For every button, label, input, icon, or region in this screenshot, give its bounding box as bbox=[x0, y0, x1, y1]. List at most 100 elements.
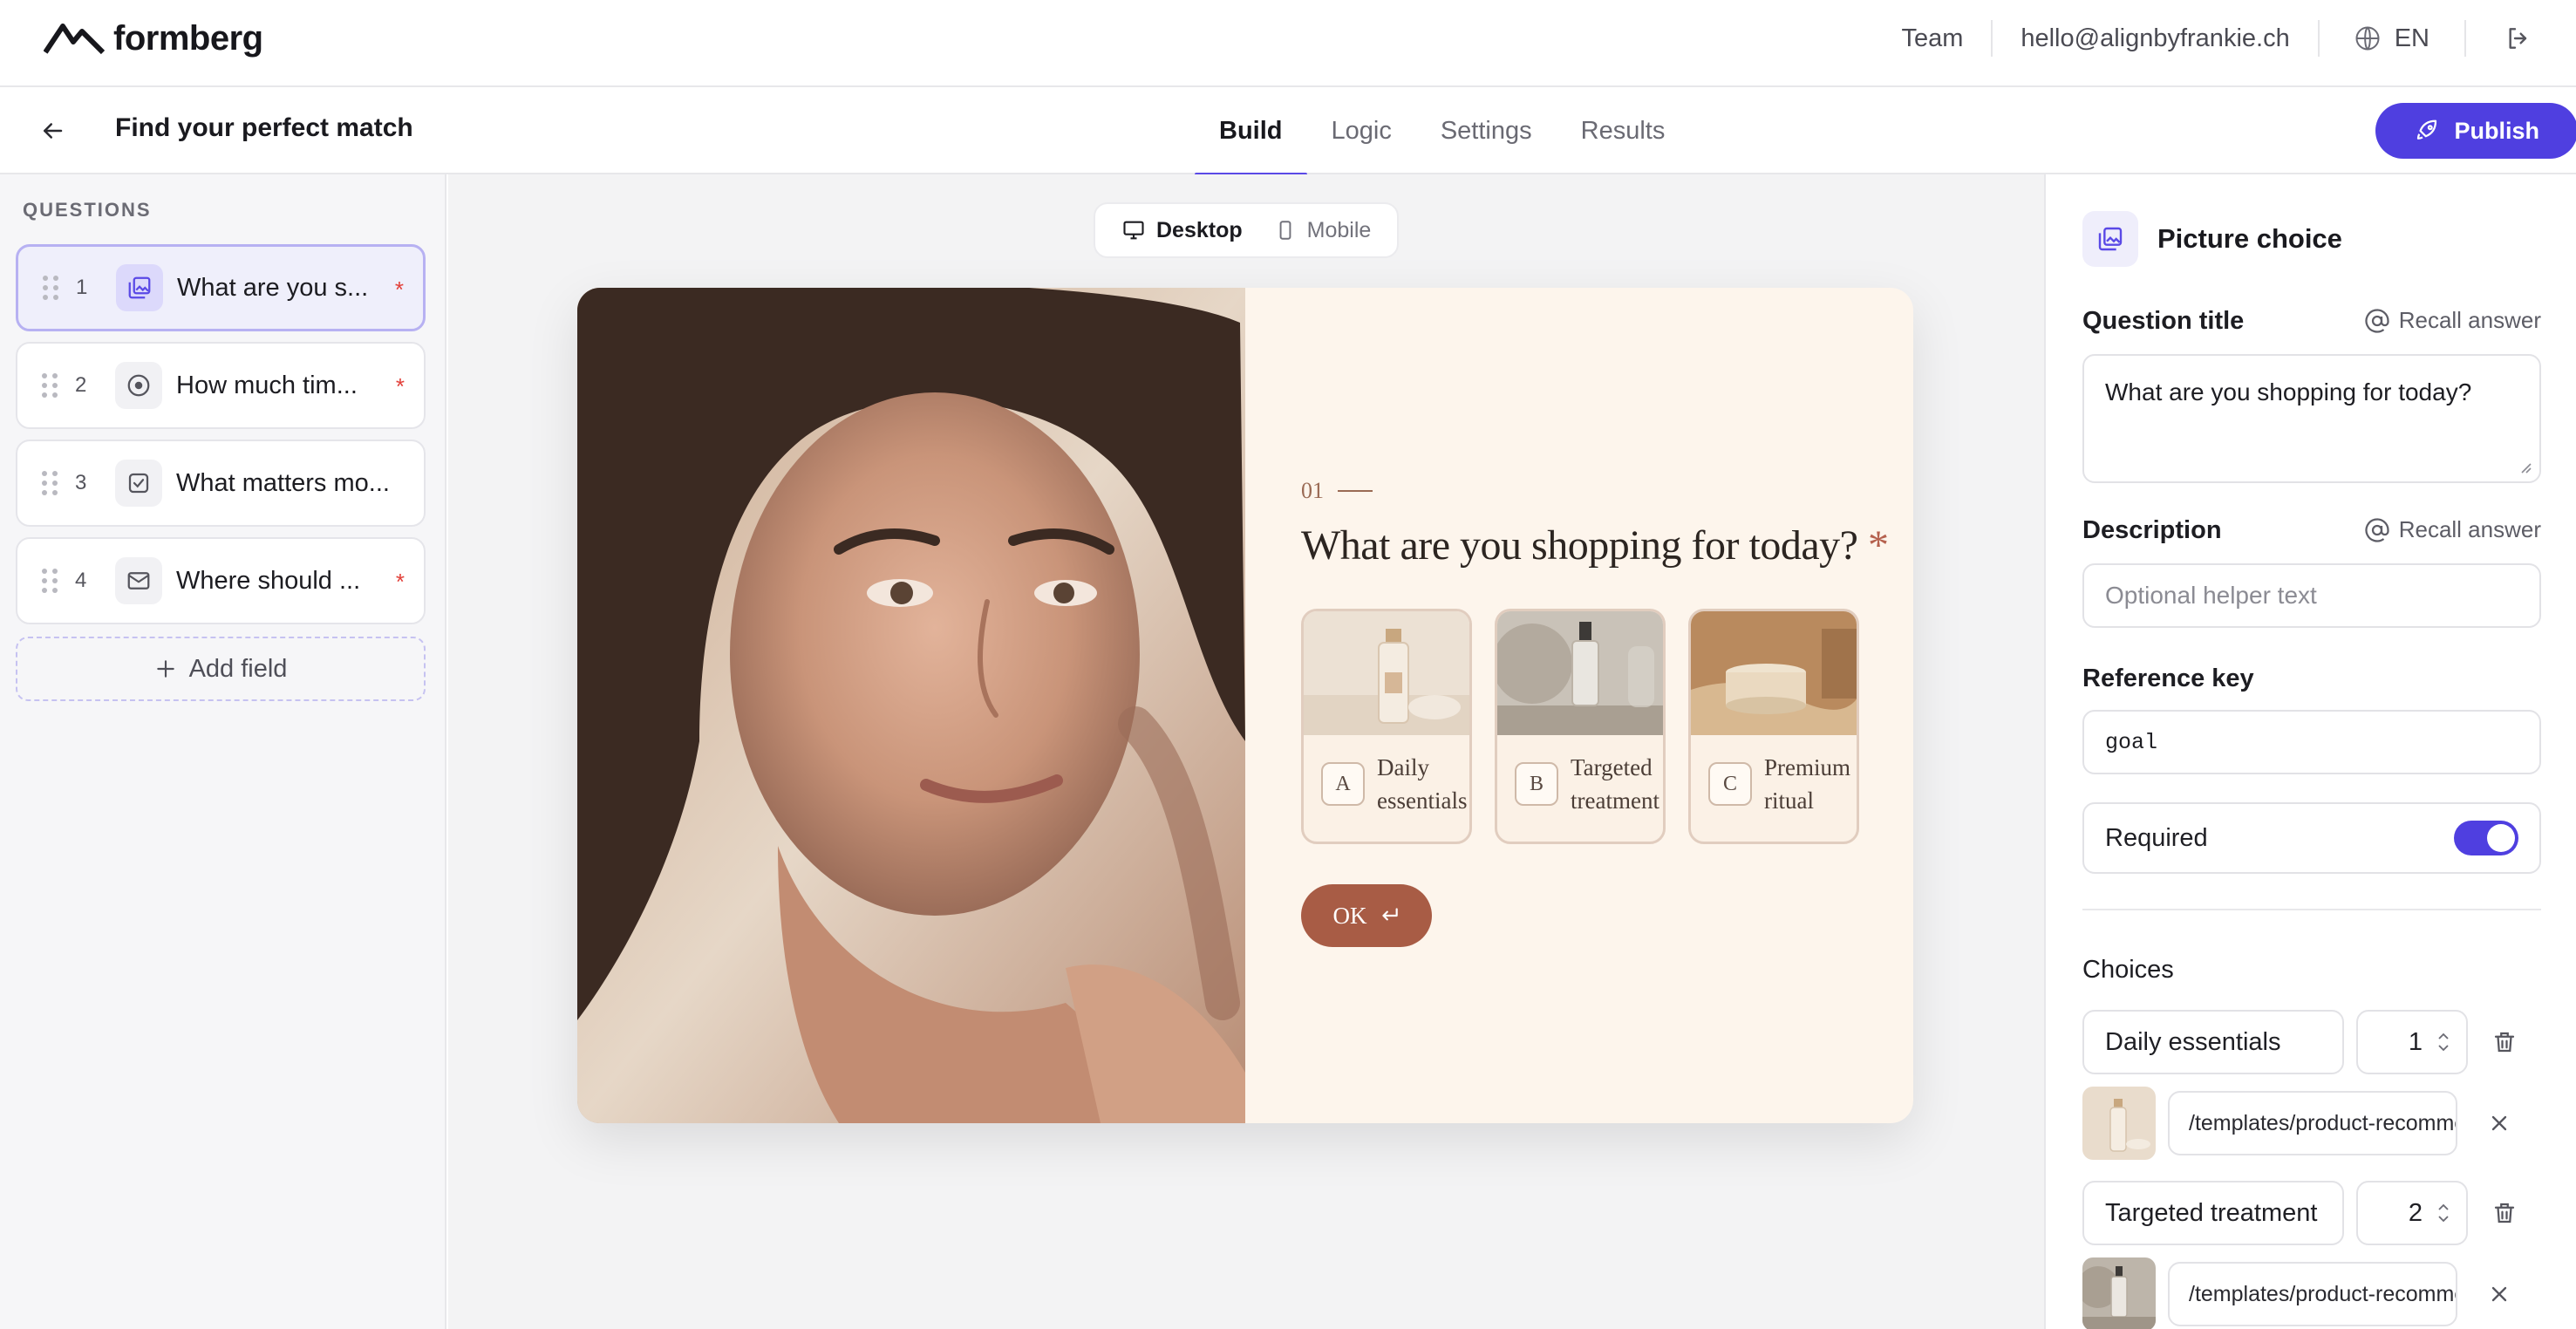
form-title: Find your perfect match bbox=[115, 113, 413, 142]
required-mark: * bbox=[394, 276, 404, 303]
checkbox-icon bbox=[115, 460, 162, 507]
question-title: What are you shopping for today? * bbox=[1301, 521, 1889, 569]
choice-image-daily-essentials bbox=[1304, 611, 1469, 735]
desktop-label: Desktop bbox=[1156, 217, 1243, 242]
globe-icon bbox=[2355, 26, 2380, 51]
drag-handle-icon[interactable] bbox=[42, 569, 59, 593]
question-label: Where should ... bbox=[176, 566, 361, 595]
choice-score-stepper[interactable]: 2 bbox=[2356, 1181, 2468, 1245]
question-item-3[interactable]: 3 What matters mo... bbox=[16, 440, 426, 527]
desktop-toggle[interactable]: Desktop bbox=[1106, 208, 1258, 252]
choice-name-input[interactable]: Targeted treatment bbox=[2082, 1181, 2344, 1245]
trash-icon bbox=[2494, 1203, 2515, 1223]
choice-card-b[interactable]: B Targeted treatment bbox=[1495, 609, 1666, 844]
brand-logo[interactable]: formberg bbox=[44, 17, 263, 59]
choice-card-a[interactable]: A Daily essentials bbox=[1301, 609, 1472, 844]
remove-image-button[interactable] bbox=[2475, 1099, 2524, 1148]
question-item-1[interactable]: 1 What are you s... * bbox=[16, 244, 426, 331]
add-field-button[interactable]: Add field bbox=[16, 637, 426, 701]
stepper-arrows-icon[interactable] bbox=[2436, 1029, 2450, 1055]
rocket-icon bbox=[2417, 119, 2437, 140]
radio-icon bbox=[115, 362, 162, 409]
question-type-header: Picture choice bbox=[2082, 211, 2342, 267]
tab-settings[interactable]: Settings bbox=[1416, 87, 1557, 174]
tab-logic[interactable]: Logic bbox=[1307, 87, 1416, 174]
choice-image-row-2: /templates/product-recommendation/target… bbox=[2082, 1257, 2524, 1329]
choice-image-path-input[interactable]: /templates/product-recommendation/daily-… bbox=[2168, 1091, 2457, 1155]
arrow-left-icon bbox=[44, 123, 63, 139]
drag-handle-icon[interactable] bbox=[42, 471, 59, 495]
recall-answer-label: Recall answer bbox=[2398, 516, 2541, 542]
reference-key-input[interactable]: goal bbox=[2082, 710, 2541, 774]
publish-button[interactable]: Publish bbox=[2375, 103, 2576, 159]
recall-answer-button[interactable]: Recall answer bbox=[2364, 307, 2541, 334]
choice-image-path-input[interactable]: /templates/product-recommendation/target… bbox=[2168, 1262, 2457, 1326]
choice-key: B bbox=[1515, 762, 1558, 806]
mail-icon bbox=[115, 557, 162, 604]
stepper-arrows-icon[interactable] bbox=[2436, 1200, 2450, 1226]
account-email[interactable]: hello@alignbyfrankie.ch bbox=[1993, 24, 2317, 53]
device-toggle: Desktop Mobile bbox=[1094, 202, 1400, 258]
add-field-label: Add field bbox=[188, 654, 288, 683]
ok-button[interactable]: OK bbox=[1301, 884, 1432, 947]
description-placeholder: Optional helper text bbox=[2105, 582, 2317, 609]
choice-score-value: 2 bbox=[2408, 1198, 2423, 1227]
choice-name-input[interactable]: Daily essentials bbox=[2082, 1010, 2344, 1074]
number-rule bbox=[1338, 490, 1373, 492]
drag-handle-icon[interactable] bbox=[42, 373, 59, 398]
choice-row-2: Targeted treatment 2 bbox=[2082, 1181, 2529, 1245]
team-link[interactable]: Team bbox=[1873, 24, 1991, 53]
resize-handle-icon[interactable] bbox=[2517, 459, 2532, 474]
mobile-toggle[interactable]: Mobile bbox=[1258, 208, 1387, 252]
phone-icon bbox=[1279, 221, 1291, 240]
tab-results[interactable]: Results bbox=[1557, 87, 1690, 174]
remove-image-button[interactable] bbox=[2475, 1270, 2524, 1319]
picture-choice-icon bbox=[116, 264, 163, 311]
tab-build[interactable]: Build bbox=[1195, 87, 1307, 176]
top-bar: formberg Team hello@alignbyfrankie.ch EN bbox=[0, 0, 2576, 87]
hero-portrait-image bbox=[577, 288, 1245, 1123]
form-header: Find your perfect match Build Logic Sett… bbox=[0, 87, 2576, 176]
choice-image-targeted-treatment bbox=[1497, 611, 1663, 735]
form-preview: 01 What are you shopping for today? * A … bbox=[577, 288, 1913, 1123]
choice-footer: A Daily essentials bbox=[1304, 735, 1469, 817]
question-title-input[interactable]: What are you shopping for today? bbox=[2082, 354, 2541, 483]
monitor-icon bbox=[1123, 221, 1144, 240]
ok-label: OK bbox=[1332, 902, 1367, 929]
question-number: 2 bbox=[75, 373, 87, 397]
questions-heading: QUESTIONS bbox=[23, 199, 152, 221]
close-icon bbox=[2491, 1115, 2507, 1131]
question-settings-panel: Picture choice Question title Recall ans… bbox=[2044, 174, 2576, 1329]
choice-card-c[interactable]: C Premium ritual bbox=[1688, 609, 1859, 844]
back-button[interactable] bbox=[35, 113, 70, 148]
required-mark: * bbox=[395, 569, 405, 595]
recall-answer-label: Recall answer bbox=[2398, 307, 2541, 333]
question-panel: 01 What are you shopping for today? * A … bbox=[1245, 288, 1913, 1123]
mountain-logo-icon bbox=[44, 24, 105, 55]
brand-name: formberg bbox=[113, 18, 263, 58]
choice-thumbnail bbox=[2082, 1087, 2156, 1160]
choice-label: Premium ritual bbox=[1764, 754, 1850, 814]
question-title-text: What are you shopping for today? bbox=[1301, 522, 1858, 569]
drag-handle-icon[interactable] bbox=[43, 276, 60, 300]
question-index: 01 bbox=[1301, 478, 1324, 503]
logout-button[interactable] bbox=[2466, 24, 2559, 52]
preview-canvas: Desktop Mobile 01 What are you shopping … bbox=[448, 174, 2044, 1329]
choice-footer: C Premium ritual bbox=[1691, 735, 1857, 817]
enter-icon bbox=[1381, 908, 1398, 921]
required-toggle[interactable] bbox=[2454, 821, 2518, 855]
question-number: 3 bbox=[75, 471, 87, 494]
delete-choice-button[interactable] bbox=[2480, 1189, 2529, 1237]
language-switcher[interactable]: EN bbox=[2320, 24, 2464, 53]
choice-score-stepper[interactable]: 1 bbox=[2356, 1010, 2468, 1074]
question-item-4[interactable]: 4 Where should ... * bbox=[16, 537, 426, 624]
description-label: Description bbox=[2082, 516, 2222, 544]
choice-row-1: Daily essentials 1 bbox=[2082, 1010, 2529, 1074]
question-title-value: What are you shopping for today? bbox=[2105, 378, 2472, 406]
picture-choice-icon bbox=[2082, 211, 2138, 267]
recall-answer-button[interactable]: Recall answer bbox=[2364, 516, 2541, 543]
delete-choice-button[interactable] bbox=[2480, 1018, 2529, 1067]
question-item-2[interactable]: 2 How much tim... * bbox=[16, 342, 426, 429]
description-input[interactable]: Optional helper text bbox=[2082, 563, 2541, 628]
question-number: 1 bbox=[76, 276, 88, 299]
